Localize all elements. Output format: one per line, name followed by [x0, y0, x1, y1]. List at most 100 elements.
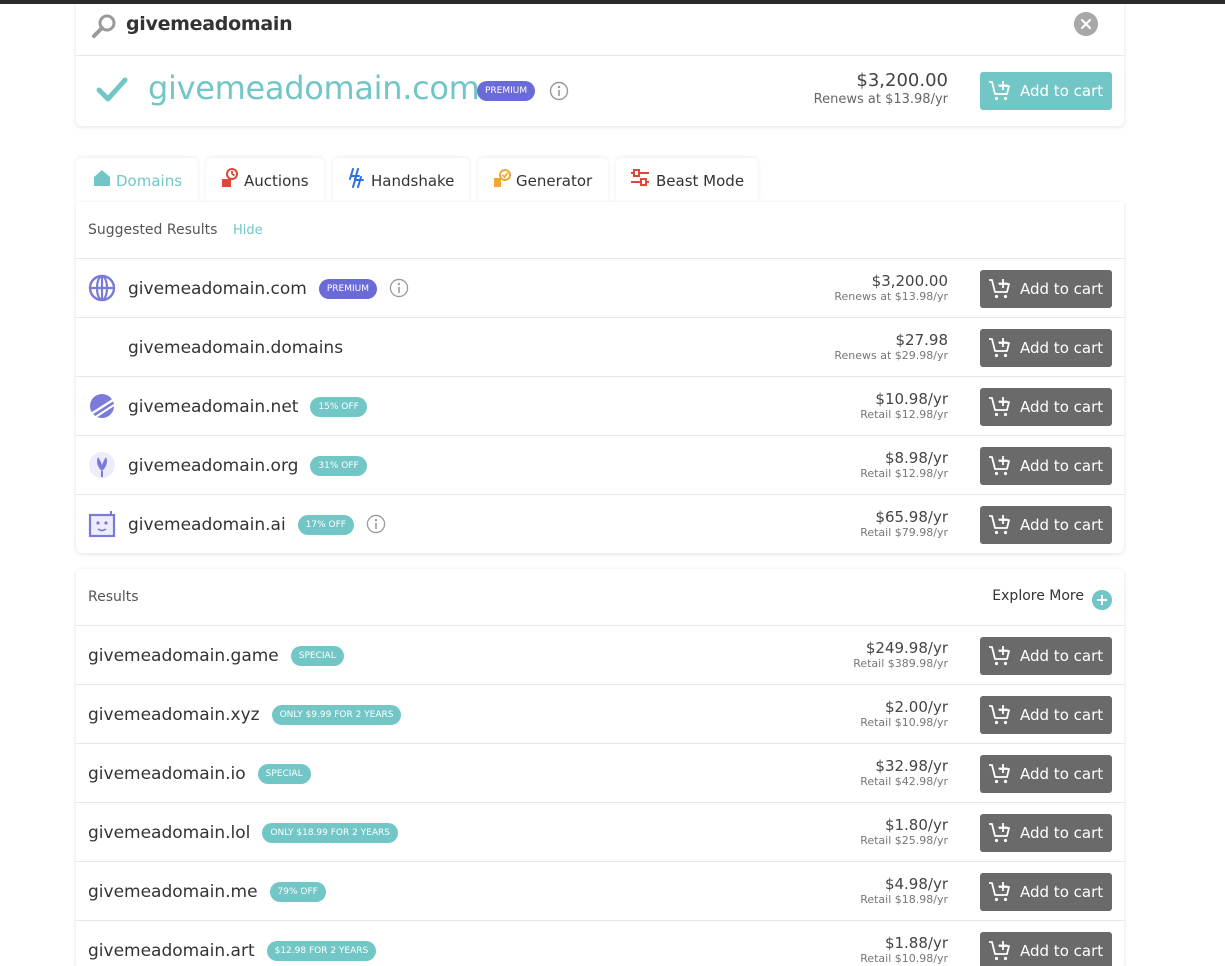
domain-row: givemeadomain.io SPECIAL $32.98/yr Retail $…: [76, 744, 1124, 803]
domain-name[interactable]: givemeadomain.ai: [128, 515, 286, 535]
domain-row: givemeadomain.com PREMIUM $3,200.00 Renews …: [76, 259, 1124, 318]
robot-icon: [88, 511, 116, 538]
results-list: givemeadomain.game SPECIAL $249.98/yr Retai…: [76, 626, 1124, 966]
price-block: $1.88/yr Retail $10.98/yr: [860, 934, 948, 965]
hide-link[interactable]: Hide: [233, 223, 263, 238]
house-icon: [94, 170, 110, 186]
cart-icon: [989, 81, 1010, 101]
domain-row: givemeadomain.org 31% OFF $8.98/yr Retail $…: [76, 436, 1124, 495]
add-to-cart-button[interactable]: Add to cart: [980, 329, 1112, 367]
exact-match-domain: givemeadomain.com: [148, 69, 480, 107]
search-input[interactable]: givemeadomain: [126, 13, 293, 35]
domain-name[interactable]: givemeadomain.game: [88, 646, 279, 666]
domain-row: givemeadomain.lol ONLY $18.99 FOR 2 YEARS…: [76, 803, 1124, 862]
domain-row: givemeadomain.art $12.98 FOR 2 YEARS $1.88…: [76, 921, 1124, 966]
tab-label: Beast Mode: [656, 172, 745, 190]
add-to-cart-button[interactable]: Add to cart: [980, 637, 1112, 675]
cart-icon: [989, 338, 1010, 358]
retail-price: Retail $18.98/yr: [860, 893, 948, 906]
cart-icon: [989, 279, 1010, 299]
suggested-results-list: givemeadomain.com PREMIUM $3,200.00 Renews …: [76, 259, 1124, 554]
tab-auctions[interactable]: Auctions: [206, 158, 324, 202]
price-badge: ONLY $9.99 FOR 2 YEARS: [271, 705, 402, 725]
add-to-cart-button[interactable]: Add to cart: [980, 814, 1112, 852]
checkmark-icon: [96, 77, 128, 102]
add-to-cart-button[interactable]: Add to cart: [980, 72, 1112, 110]
price-badge: 79% OFF: [269, 882, 326, 902]
price: $3,200.00: [856, 70, 948, 91]
tab-label: Generator: [516, 172, 593, 190]
add-to-cart-label: Add to cart: [1020, 457, 1104, 475]
cart-icon: [989, 397, 1010, 417]
add-to-cart-label: Add to cart: [1020, 765, 1104, 783]
domain-name[interactable]: givemeadomain.org: [128, 456, 298, 476]
add-to-cart-button[interactable]: Add to cart: [980, 270, 1112, 308]
results-header: Results Explore More: [76, 569, 1124, 626]
add-to-cart-label: Add to cart: [1020, 706, 1104, 724]
tab-generator[interactable]: Generator: [478, 158, 608, 202]
section-title: Results: [88, 589, 139, 605]
exact-match-price: $3,200.00 Renews at $13.98/yr: [814, 70, 948, 107]
price-block: $10.98/yr Retail $12.98/yr: [860, 390, 948, 421]
retail-price: Retail $10.98/yr: [860, 952, 948, 965]
cart-icon: [989, 764, 1010, 784]
add-to-cart-button[interactable]: Add to cart: [980, 388, 1112, 426]
search-bar[interactable]: givemeadomain: [76, 4, 1124, 56]
plus-icon[interactable]: [1092, 590, 1112, 610]
domain-name[interactable]: givemeadomain.com: [128, 279, 307, 299]
add-to-cart-button[interactable]: Add to cart: [980, 506, 1112, 544]
price-block: $3,200.00 Renews at $13.98/yr: [834, 272, 948, 303]
add-to-cart-button[interactable]: Add to cart: [980, 755, 1112, 793]
add-to-cart-label: Add to cart: [1020, 883, 1104, 901]
price-badge: ONLY $18.99 FOR 2 YEARS: [262, 823, 398, 843]
price-badge: PREMIUM: [318, 279, 377, 299]
retail-price: Renews at $13.98/yr: [834, 290, 948, 303]
add-to-cart-label: Add to cart: [1020, 82, 1104, 100]
info-icon[interactable]: [389, 278, 409, 298]
add-to-cart-button[interactable]: Add to cart: [980, 873, 1112, 911]
price: $27.98: [895, 331, 949, 349]
renewal-price: Renews at $13.98/yr: [813, 92, 948, 107]
cart-icon: [989, 705, 1010, 725]
explore-more-link[interactable]: Explore More: [992, 588, 1084, 604]
tab-domains[interactable]: Domains: [76, 158, 198, 202]
tab-label: Auctions: [244, 172, 309, 190]
section-title: Suggested Results: [88, 222, 218, 238]
add-to-cart-label: Add to cart: [1020, 824, 1104, 842]
add-to-cart-button[interactable]: Add to cart: [980, 696, 1112, 734]
premium-badge: PREMIUM: [477, 81, 536, 101]
add-to-cart-button[interactable]: Add to cart: [980, 932, 1112, 966]
domain-name[interactable]: givemeadomain.me: [88, 882, 258, 902]
price: $1.80/yr: [884, 816, 948, 834]
retail-price: Retail $389.98/yr: [853, 657, 948, 670]
tab-label: Handshake: [371, 172, 455, 190]
domain-row: givemeadomain.game SPECIAL $249.98/yr Retai…: [76, 626, 1124, 685]
info-icon[interactable]: [366, 514, 386, 534]
add-to-cart-label: Add to cart: [1020, 339, 1104, 357]
domain-name[interactable]: givemeadomain.net: [128, 397, 298, 417]
tab-handshake[interactable]: Handshake: [333, 158, 469, 202]
tab-beast-mode[interactable]: Beast Mode: [616, 158, 758, 202]
add-to-cart-button[interactable]: Add to cart: [980, 447, 1112, 485]
exact-match-row: givemeadomain.com PREMIUM $3,200.00 Rene…: [76, 56, 1124, 126]
price-block: $32.98/yr Retail $42.98/yr: [860, 757, 948, 788]
domain-name[interactable]: givemeadomain.io: [88, 764, 246, 784]
search-card: givemeadomain givemeadomain.com PREMIUM …: [76, 4, 1124, 126]
retail-price: Retail $42.98/yr: [860, 775, 948, 788]
price-badge: 15% OFF: [310, 397, 367, 417]
info-icon[interactable]: [549, 81, 569, 101]
domain-name[interactable]: givemeadomain.domains: [128, 338, 343, 358]
price: $249.98/yr: [865, 639, 948, 657]
price-badge: 31% OFF: [310, 456, 367, 476]
price: $10.98/yr: [875, 390, 948, 408]
domain-name[interactable]: givemeadomain.art: [88, 941, 255, 961]
domain-name[interactable]: givemeadomain.lol: [88, 823, 250, 843]
gavel-icon: [222, 168, 238, 187]
add-to-cart-label: Add to cart: [1020, 398, 1104, 416]
domain-name[interactable]: givemeadomain.xyz: [88, 705, 260, 725]
domain-row: givemeadomain.domains $27.98 Renews at $29…: [76, 318, 1124, 377]
clear-search-button[interactable]: [1074, 12, 1098, 36]
search-icon: [92, 14, 116, 38]
price: $65.98/yr: [875, 508, 948, 526]
handshake-icon: [349, 168, 364, 188]
